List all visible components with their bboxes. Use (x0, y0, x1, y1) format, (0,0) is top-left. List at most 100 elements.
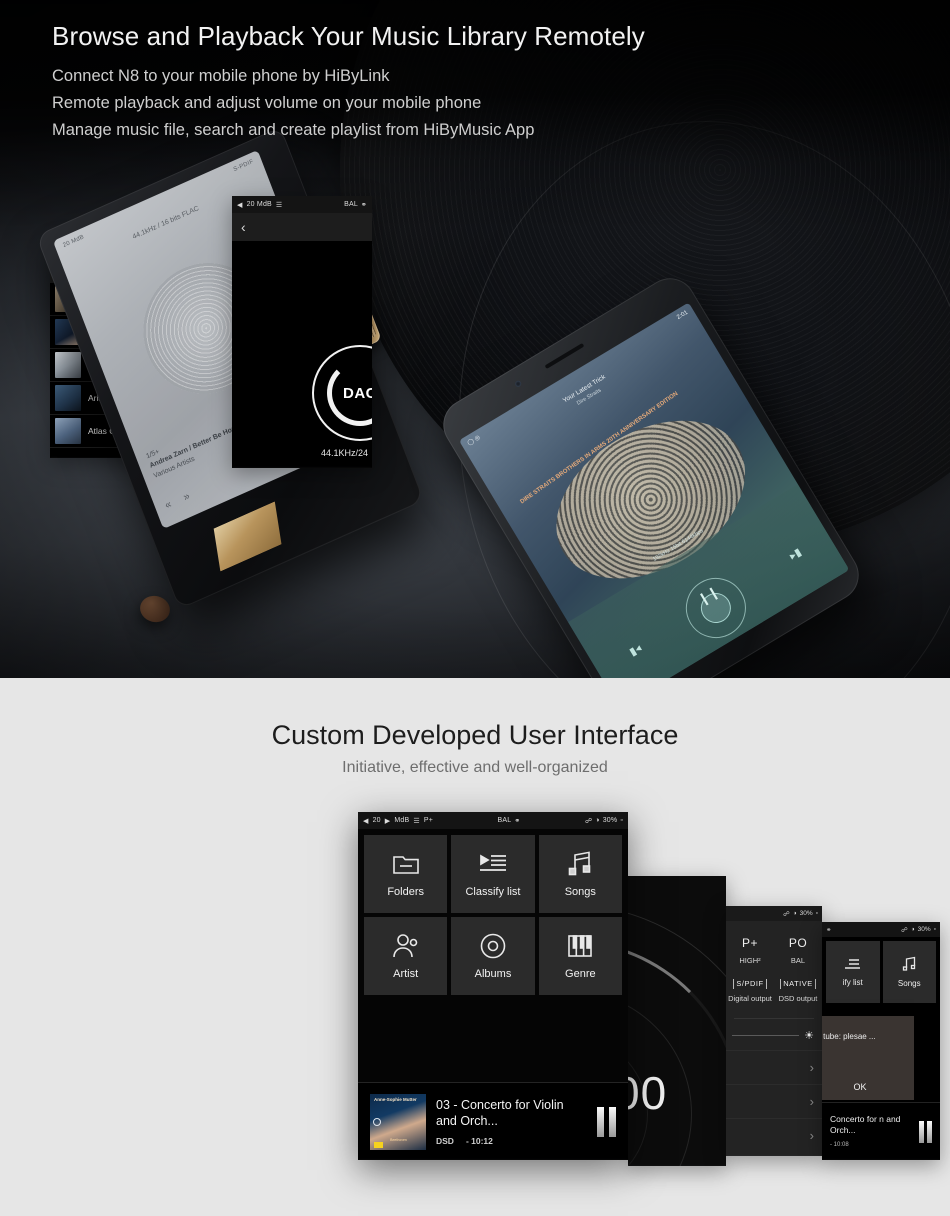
settings-row[interactable]: › (726, 1118, 822, 1152)
tile-artist[interactable]: Artist (364, 917, 448, 995)
battery-icon: ▫ (620, 817, 623, 824)
tile-albums[interactable]: Albums (451, 917, 535, 995)
status-bar: ◀ 20 MdB ☰ BAL ⚭ (232, 196, 372, 213)
tile-label: Genre (565, 967, 596, 980)
now-playing-time: - 10:12 (465, 1136, 493, 1147)
brightness-track[interactable] (732, 1035, 800, 1037)
tile-label: Classify list (465, 885, 521, 898)
next-track-icon[interactable]: ▸▮ (787, 545, 804, 562)
status-balance: BAL (497, 817, 512, 824)
headphone-icon: ⚭ (826, 926, 832, 934)
volume-dial-screen: 00 (628, 876, 726, 1166)
alert-dialog: nn tube: plesae ... OK (822, 1016, 914, 1100)
output-toggle[interactable]: PO BAL (774, 929, 822, 972)
tile-label: Albums (474, 967, 512, 980)
headphone-icon: ⚭ (360, 201, 367, 209)
classify-list-icon (478, 851, 508, 877)
bluetooth-icon: ☍ (783, 910, 790, 918)
battery-icon: ▫ (815, 910, 818, 917)
brightness-slider[interactable]: ☀ (726, 1021, 822, 1050)
songs-tile[interactable]: Songs (882, 941, 936, 1003)
battery-percent: 30% (799, 910, 813, 917)
hero-bullet-1: Connect N8 to your mobile phone by HiByL… (52, 66, 390, 85)
menu-grid: Folders Classify list Songs Artist Album… (358, 829, 628, 999)
quick-toggle-grid: P+ HIGH² PO BAL S/PDIF Digital output NA… (726, 921, 822, 1016)
now-playing-title: 03 - Concerto for Violin and Orch... (436, 1097, 564, 1128)
gain-label: HIGH² (739, 956, 761, 965)
dac-sample-rate: 44.1KHz/24 (320, 448, 368, 458)
pause-icon[interactable] (597, 1106, 616, 1137)
phone-clock: 2:01 (675, 309, 689, 321)
label-logo-icon (374, 1141, 383, 1148)
classify-list-tile[interactable]: ify list (826, 941, 880, 1003)
settings-row[interactable]: › (726, 1050, 822, 1084)
pause-icon[interactable] (919, 1120, 932, 1143)
menu-icon: ☰ (275, 201, 283, 209)
artist-avatar (55, 418, 81, 444)
dac-badge-icon: DAC (312, 345, 372, 441)
status-bar-right: ☍ ◑ 30% ▫ (585, 817, 623, 825)
album-disc-icon (480, 933, 506, 959)
headphone-icon: ⚭ (514, 817, 521, 825)
now-playing-bar[interactable]: Anne-Sophie Mutter Beethoven 03 - Concer… (358, 1082, 628, 1160)
n8-status-right: S-PDIF (232, 158, 255, 174)
output-glyph: PO (788, 936, 808, 950)
back-icon[interactable]: ‹ (241, 219, 246, 235)
volume-icon: ◀ (237, 201, 243, 209)
settings-row[interactable]: › (726, 1084, 822, 1118)
status-bar: ◀ 20 ▶ MdB ☰ P+ BAL ⚭ ☍ ◑ 30% ▫ (358, 812, 628, 829)
previous-track-icon[interactable]: ▮◂ (627, 642, 644, 658)
now-playing-time: - 10:08 (830, 1141, 849, 1148)
tile-folders[interactable]: Folders (364, 835, 448, 913)
tile-genre[interactable]: Genre (538, 917, 622, 995)
dsd-output-toggle[interactable]: NATIVE DSD output (774, 972, 822, 1010)
nav-bar: ‹ (232, 213, 372, 241)
phone-status-icons: ◯ ◎ (466, 434, 482, 447)
hero-title: Browse and Playback Your Music Library R… (52, 21, 645, 51)
hero-copy: Browse and Playback Your Music Library R… (52, 20, 645, 143)
now-playing-info: Concerto for n and Orch... - 10:08 (830, 1114, 911, 1149)
battery-icon: ▫ (933, 926, 936, 933)
native-glyph: NATIVE (780, 979, 816, 989)
status-bar-left: ◀ 20 MdB ☰ (237, 201, 282, 209)
artist-avatar (55, 385, 81, 411)
status-volume: 20 MdB (246, 201, 272, 208)
status-bar-right: BAL ⚭ (344, 201, 367, 209)
genre-piano-icon (567, 933, 593, 959)
folder-icon (392, 851, 420, 877)
dac-label: DAC (343, 384, 372, 402)
dialog-ok-button[interactable]: OK (822, 1082, 908, 1092)
classify-list-icon (844, 957, 861, 971)
songs-note-icon (901, 956, 917, 972)
now-playing-bar[interactable]: Concerto for n and Orch... - 10:08 (822, 1102, 940, 1160)
tile-classify-list[interactable]: Classify list (451, 835, 535, 913)
artist-avatar (55, 352, 81, 378)
hero-bullet-2: Remote playback and adjust volume on you… (52, 93, 482, 112)
now-playing-meta: DSD - 10:12 (436, 1136, 587, 1146)
volume-value: 00 (628, 1067, 668, 1119)
dialog-screen: ⚭ ☍ ◑ 30% ▫ ify list Songs tube: plesae … (822, 922, 940, 1160)
status-gain: MdB (394, 817, 410, 824)
wifi-icon: ◑ (910, 926, 915, 933)
status-bar-center: BAL ⚭ (498, 817, 521, 825)
hero-bullet-list: Connect N8 to your mobile phone by HiByL… (52, 63, 645, 144)
status-balance: BAL (344, 201, 358, 208)
album-art-artist: Anne-Sophie Mutter (374, 1096, 417, 1102)
bluetooth-icon: ☍ (584, 817, 593, 825)
tile-songs[interactable]: Songs (538, 835, 622, 913)
tile-label: Folders (387, 885, 424, 898)
n8-status-left: 20 MdB (62, 234, 86, 250)
gain-toggle[interactable]: P+ HIGH² (726, 929, 774, 972)
digital-output-toggle[interactable]: S/PDIF Digital output (726, 972, 774, 1010)
dialog-message: nn tube: plesae ... (822, 1032, 876, 1041)
dsd-output-label: DSD output (778, 993, 818, 1003)
menu-grid: ify list Songs (822, 937, 940, 1007)
main-menu-screen: ◀ 20 ▶ MdB ☰ P+ BAL ⚭ ☍ ◑ 30% ▫ Folders … (358, 812, 628, 1160)
now-playing-title: Concerto for n and Orch... (830, 1113, 901, 1136)
hero-bullet-3: Manage music file, search and create pla… (52, 120, 535, 139)
status-bar-left: ◀ 20 ▶ MdB ☰ P+ (363, 817, 433, 825)
status-volume: 20 (372, 817, 381, 824)
menu-icon: ☰ (413, 817, 420, 825)
wifi-icon: ◑ (595, 817, 600, 824)
chevron-right-icon: › (809, 1060, 814, 1076)
